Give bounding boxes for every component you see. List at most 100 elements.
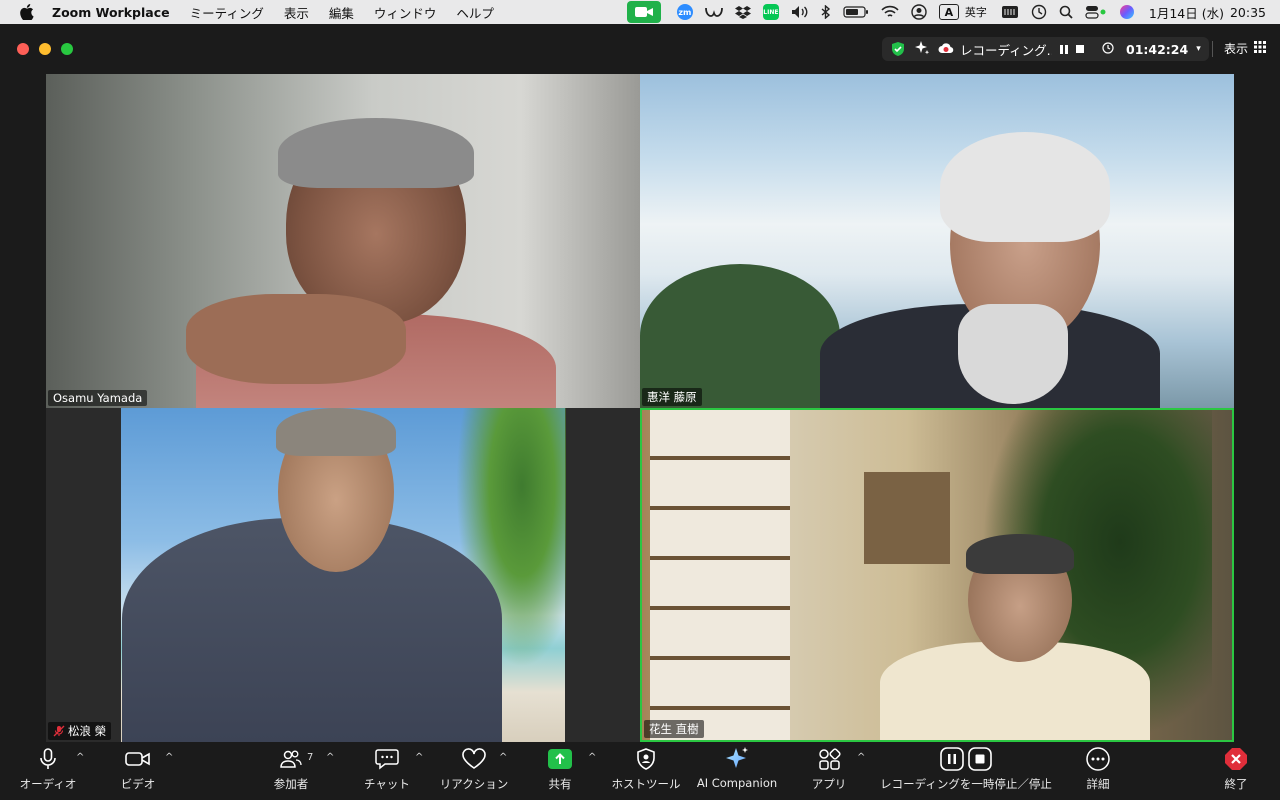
time-machine-icon[interactable]: [1031, 2, 1047, 22]
fullscreen-window-button[interactable]: [61, 43, 73, 55]
chat-button[interactable]: チャット: [362, 742, 412, 800]
recording-control-label: レコーディングを一時停止／停止: [880, 777, 1052, 791]
encryption-shield-icon[interactable]: [890, 41, 906, 57]
apps-label: アプリ: [811, 777, 847, 791]
video-tile-1[interactable]: Osamu Yamada: [46, 74, 640, 408]
audio-button[interactable]: オーディオ: [18, 742, 78, 800]
participants-button[interactable]: 参加者: [266, 742, 316, 800]
share-label: 共有: [548, 777, 572, 791]
video-label: ビデオ: [120, 777, 156, 791]
participant-video-image: [958, 304, 1068, 404]
reactions-button[interactable]: リアクション: [438, 742, 510, 800]
meeting-timer[interactable]: 01:42:24: [1126, 42, 1188, 57]
share-options-caret-icon[interactable]: ^: [588, 752, 596, 763]
volume-icon[interactable]: [791, 2, 809, 22]
host-tools-shield-icon: [636, 742, 656, 776]
apps-button[interactable]: アプリ: [808, 742, 850, 800]
audio-label: オーディオ: [19, 777, 77, 791]
view-button[interactable]: 表示: [1224, 40, 1266, 57]
menubar-clock[interactable]: 20:35: [1230, 5, 1266, 20]
room-background-image: [650, 410, 790, 740]
muted-mic-icon: [53, 725, 65, 737]
zm-tray-icon[interactable]: zm: [676, 4, 693, 20]
dropbox-tray-icon[interactable]: [734, 2, 751, 22]
battery-icon[interactable]: [843, 2, 869, 22]
audio-options-caret-icon[interactable]: ^: [76, 752, 84, 763]
wifi-icon[interactable]: [881, 2, 899, 22]
participant-video-image: [966, 534, 1074, 574]
end-meeting-button[interactable]: 終了: [1214, 742, 1258, 800]
meeting-status-bar: レコーディング... 01:42:24 ▾: [882, 37, 1209, 61]
zoom-video-tray-icon[interactable]: [626, 1, 661, 23]
share-screen-button[interactable]: 共有: [540, 742, 580, 800]
microphone-icon: [39, 742, 57, 776]
minimize-window-button[interactable]: [39, 43, 51, 55]
keyboard-icon[interactable]: [1001, 2, 1019, 22]
video-tile-2[interactable]: 惠洋 藤原: [640, 74, 1234, 408]
meeting-clock-icon: [1102, 41, 1114, 57]
input-source-icon[interactable]: A: [938, 4, 959, 20]
video-tile-3[interactable]: 松浪 榮: [46, 408, 640, 742]
more-ellipsis-icon: [1086, 742, 1110, 776]
participant-video-image: [278, 118, 474, 188]
participant-name-label: 花生 直樹: [644, 720, 704, 738]
input-mode-label[interactable]: 英字: [965, 4, 987, 20]
user-account-icon[interactable]: [911, 2, 927, 22]
participants-count: 7: [307, 752, 314, 763]
close-window-button[interactable]: [17, 43, 29, 55]
participants-label: 参加者: [273, 777, 309, 791]
participant-video-image: [940, 132, 1110, 242]
apple-icon[interactable]: [18, 3, 36, 21]
more-button[interactable]: 詳細: [1076, 742, 1120, 800]
menu-edit[interactable]: 編集: [329, 3, 354, 22]
siri-icon[interactable]: [1119, 2, 1135, 22]
control-center-icon[interactable]: [1085, 2, 1107, 22]
video-options-caret-icon[interactable]: ^: [165, 752, 173, 763]
menu-help[interactable]: ヘルプ: [456, 3, 494, 22]
meeting-controls-toolbar: オーディオ ^ ビデオ ^ 参加者 7 ^ チャット ^ リアクション ^ 共有…: [0, 742, 1280, 800]
webex-tray-icon[interactable]: [704, 2, 723, 22]
timer-chevron-down-icon[interactable]: ▾: [1196, 44, 1201, 54]
toolbar-divider: [1212, 41, 1213, 57]
menu-window[interactable]: ウィンドウ: [374, 3, 437, 22]
macos-menubar: Zoom Workplace ミーティング 表示 編集 ウィンドウ ヘルプ zm…: [0, 0, 1280, 24]
ai-sparkle-icon[interactable]: [914, 40, 930, 59]
host-tools-label: ホストツール: [611, 777, 681, 791]
participant-name: 松浪 榮: [68, 724, 107, 738]
participant-video-image: [276, 408, 396, 456]
app-menu-zoom[interactable]: Zoom Workplace: [52, 5, 170, 20]
chat-bubble-icon: [375, 742, 399, 776]
bluetooth-icon[interactable]: [821, 2, 831, 22]
view-label: 表示: [1223, 42, 1248, 56]
participants-options-caret-icon[interactable]: ^: [326, 752, 334, 763]
participant-name: Osamu Yamada: [53, 391, 143, 405]
chat-options-caret-icon[interactable]: ^: [415, 752, 423, 763]
menubar-date[interactable]: 1月14日 (水): [1149, 3, 1224, 22]
heart-icon: [461, 742, 487, 776]
participant-video-image: [186, 294, 406, 384]
reactions-label: リアクション: [439, 777, 509, 791]
end-label: 終了: [1224, 777, 1248, 791]
line-tray-icon[interactable]: LINE: [762, 4, 779, 20]
ai-companion-label: AI Companion: [696, 776, 778, 790]
share-arrow-icon: [548, 749, 572, 769]
ai-companion-button[interactable]: AI Companion: [694, 742, 780, 800]
menu-view[interactable]: 表示: [284, 3, 309, 22]
spotlight-search-icon[interactable]: [1059, 2, 1073, 22]
pause-recording-button[interactable]: [1060, 44, 1068, 54]
chat-label: チャット: [364, 777, 410, 791]
stop-recording-button[interactable]: [1076, 45, 1084, 53]
video-camera-icon: [125, 742, 151, 776]
more-label: 詳細: [1086, 777, 1110, 791]
recording-control-button[interactable]: レコーディングを一時停止／停止: [880, 742, 1052, 800]
virtual-background-image: [640, 264, 840, 408]
reactions-options-caret-icon[interactable]: ^: [499, 752, 507, 763]
host-tools-button[interactable]: ホストツール: [610, 742, 682, 800]
video-button[interactable]: ビデオ: [110, 742, 166, 800]
apps-options-caret-icon[interactable]: ^: [857, 752, 865, 763]
video-tile-4-active-speaker[interactable]: 花生 直樹: [640, 408, 1234, 742]
recording-pause-stop-icon: [940, 742, 992, 776]
apps-icon: [817, 742, 841, 776]
grid-view-icon: [1254, 41, 1266, 56]
menu-meeting[interactable]: ミーティング: [190, 3, 264, 22]
